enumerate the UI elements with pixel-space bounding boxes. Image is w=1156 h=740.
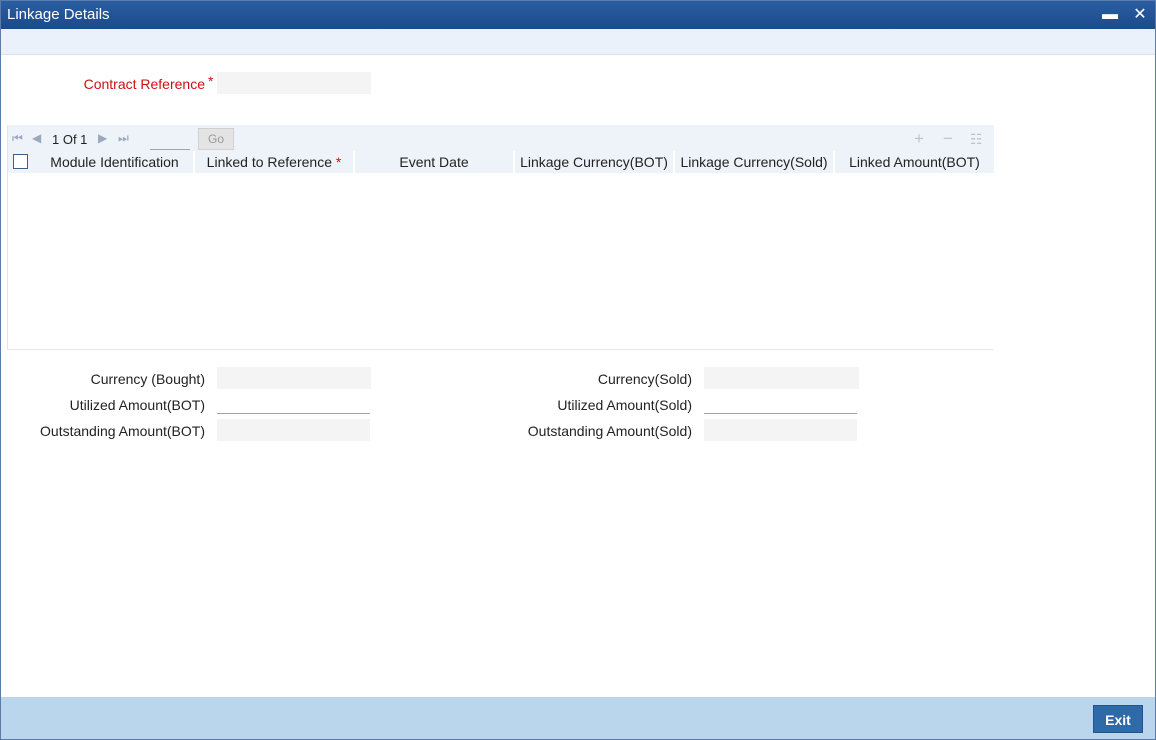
currency-sold-field[interactable]: [704, 367, 859, 389]
column-event-date[interactable]: Event Date: [355, 151, 515, 173]
outstanding-amount-sold-label: Outstanding Amount(Sold): [527, 423, 692, 439]
required-marker: *: [208, 73, 214, 89]
page-info: 1 Of 1: [52, 132, 88, 147]
page-number-input[interactable]: [150, 128, 190, 150]
required-marker: *: [335, 154, 342, 170]
column-linked-to-reference[interactable]: Linked to Reference *: [195, 151, 355, 173]
utilized-amount-bot-label: Utilized Amount(BOT): [69, 397, 205, 413]
single-view-icon[interactable]: ☷: [970, 131, 983, 148]
next-page-icon[interactable]: ▶: [98, 131, 107, 145]
prev-page-icon[interactable]: ◀: [32, 131, 41, 145]
column-module-identification[interactable]: Module Identification: [36, 151, 195, 173]
linkage-details-window: Linkage Details ▬ ✕ Contract Reference *…: [0, 0, 1156, 740]
linkage-grid: ⏮ ◀ 1 Of 1 ▶ ⏭ Go + − ☷ Module Identific…: [7, 125, 994, 350]
close-icon[interactable]: ✕: [1129, 5, 1151, 25]
title-bar: Linkage Details ▬ ✕: [1, 1, 1155, 29]
footer-bar: Exit: [1, 697, 1155, 739]
column-linkage-currency-sold[interactable]: Linkage Currency(Sold): [675, 151, 835, 173]
grid-pagination-bar: ⏮ ◀ 1 Of 1 ▶ ⏭ Go + − ☷: [8, 125, 994, 151]
column-linked-amount-bot[interactable]: Linked Amount(BOT): [835, 151, 994, 173]
utilized-amount-sold-label: Utilized Amount(Sold): [557, 397, 692, 413]
select-all-checkbox[interactable]: [13, 154, 28, 169]
contract-reference-label: Contract Reference: [83, 76, 205, 92]
go-button[interactable]: Go: [198, 128, 234, 150]
exit-button[interactable]: Exit: [1093, 705, 1143, 733]
currency-bought-label: Currency (Bought): [90, 371, 205, 387]
outstanding-amount-bot-label: Outstanding Amount(BOT): [40, 423, 205, 439]
delete-row-icon[interactable]: −: [943, 129, 953, 149]
outstanding-amount-sold-field[interactable]: [704, 419, 857, 441]
utilized-amount-bot-field[interactable]: [217, 392, 370, 414]
window-title: Linkage Details: [7, 6, 110, 23]
add-row-icon[interactable]: +: [914, 129, 924, 149]
utilized-amount-sold-field[interactable]: [704, 392, 857, 414]
contract-reference-input[interactable]: [217, 72, 371, 94]
last-page-icon[interactable]: ⏭: [118, 131, 129, 146]
minimize-icon[interactable]: ▬: [1099, 5, 1121, 25]
column-linkage-currency-bot[interactable]: Linkage Currency(BOT): [515, 151, 675, 173]
outstanding-amount-bot-field[interactable]: [217, 419, 370, 441]
first-page-icon[interactable]: ⏮: [12, 131, 23, 146]
toolbar-strip: [1, 29, 1155, 55]
currency-bought-field[interactable]: [217, 367, 371, 389]
column-label: Linked to Reference: [206, 154, 332, 170]
currency-sold-label: Currency(Sold): [597, 371, 692, 387]
grid-header-row: Module Identification Linked to Referenc…: [8, 151, 994, 173]
